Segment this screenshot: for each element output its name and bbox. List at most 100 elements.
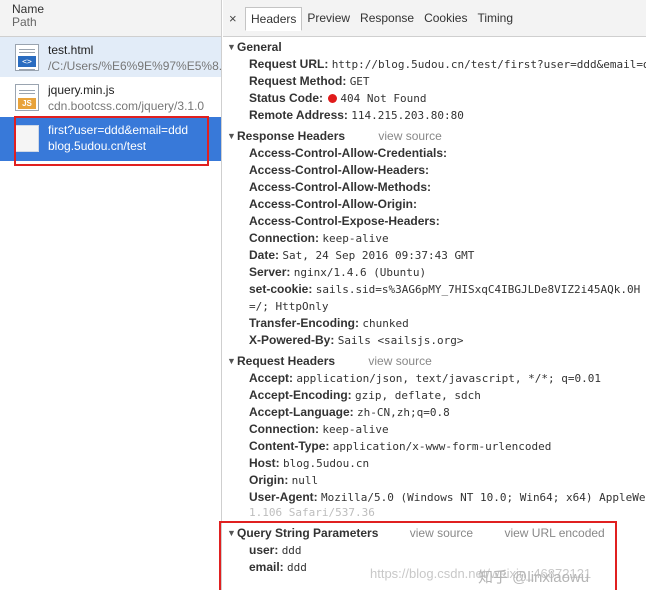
request-detail-pane: × Headers Preview Response Cookies Timin… <box>223 0 646 590</box>
header-key: Remote Address: <box>249 108 348 122</box>
request-item-jquery[interactable]: JS jquery.min.js cdn.bootcss.com/jquery/… <box>0 77 221 117</box>
header-key: Server: <box>249 265 291 279</box>
header-key: Access-Control-Allow-Headers: <box>249 163 430 177</box>
header-value: Sails <sailsjs.org> <box>337 334 464 347</box>
header-row: User-Agent: Mozilla/5.0 (Windows NT 10.0… <box>223 489 646 506</box>
header-key: Host: <box>249 456 280 470</box>
header-key: Connection: <box>249 422 319 436</box>
js-file-icon: JS <box>15 84 39 111</box>
status-code-row: Status Code: 404 Not Found <box>223 90 646 107</box>
header-key: Origin: <box>249 473 289 487</box>
header-row: Host: blog.5udou.cn <box>223 455 646 472</box>
header-value: sails.sid=s%3AG6pMY_7HISxqC4IBGJLDe8VIZ2… <box>315 283 641 296</box>
section-title: Response Headers <box>237 129 346 143</box>
tab-cookies[interactable]: Cookies <box>419 7 472 29</box>
list-header: Name Path <box>0 0 221 37</box>
header-row: Server: nginx/1.4.6 (Ubuntu) <box>223 264 646 281</box>
header-value: GET <box>349 75 370 88</box>
header-row: Access-Control-Allow-Origin: <box>223 196 646 213</box>
header-value: http://blog.5udou.cn/test/first?user=ddd… <box>331 58 646 71</box>
header-row: Transfer-Encoding: chunked <box>223 315 646 332</box>
header-key: Connection: <box>249 231 319 245</box>
general-section-header[interactable]: ▼ General <box>223 38 646 56</box>
request-path: cdn.bootcss.com/jquery/3.1.0 <box>48 99 205 113</box>
header-value: Sat, 24 Sep 2016 09:37:43 GMT <box>282 249 475 262</box>
remote-address-row: Remote Address: 114.215.203.80:80 <box>223 107 646 124</box>
header-row: Content-Type: application/x-www-form-url… <box>223 438 646 455</box>
general-section: ▼ General Request URL: http://blog.5udou… <box>223 38 646 124</box>
header-key: Access-Control-Allow-Methods: <box>249 180 432 194</box>
view-source-link[interactable]: view source <box>378 129 441 143</box>
header-value: chunked <box>362 317 409 330</box>
header-key: Request URL: <box>249 57 329 71</box>
header-row: Access-Control-Allow-Headers: <box>223 162 646 179</box>
header-key: Content-Type: <box>249 439 330 453</box>
header-row: X-Powered-By: Sails <sailsjs.org> <box>223 332 646 349</box>
header-row: Date: Sat, 24 Sep 2016 09:37:43 GMT <box>223 247 646 264</box>
header-value: 404 Not Found <box>340 92 427 105</box>
tab-response[interactable]: Response <box>355 7 419 29</box>
request-name: jquery.min.js <box>48 83 115 97</box>
header-value: application/json, text/javascript, */*; … <box>296 372 601 385</box>
view-source-link[interactable]: view source <box>368 354 431 368</box>
expanded-triangle-icon: ▼ <box>227 42 236 52</box>
tab-headers[interactable]: Headers <box>245 7 303 31</box>
header-row: Accept-Language: zh-CN,zh;q=0.8 <box>223 404 646 421</box>
request-method-row: Request Method: GET <box>223 73 646 90</box>
header-key: Access-Control-Allow-Credentials: <box>249 146 448 160</box>
header-row: Access-Control-Allow-Methods: <box>223 179 646 196</box>
tab-timing[interactable]: Timing <box>472 7 518 29</box>
header-value: Mozilla/5.0 (Windows NT 10.0; Win64; x64… <box>321 491 646 504</box>
header-value: 1.106 Safari/537.36 <box>249 506 375 519</box>
header-key: Accept: <box>249 371 294 385</box>
header-key: X-Powered-By: <box>249 333 335 347</box>
header-key: User-Agent: <box>249 490 318 504</box>
header-value: gzip, deflate, sdch <box>355 389 481 402</box>
header-value: keep-alive <box>322 423 389 436</box>
header-row: Accept: application/json, text/javascrip… <box>223 370 646 387</box>
tab-preview[interactable]: Preview <box>302 7 355 29</box>
header-row: Access-Control-Allow-Credentials: <box>223 145 646 162</box>
header-value: zh-CN,zh;q=0.8 <box>357 406 450 419</box>
request-path: /C:/Users/%E6%9E%97%E5%8... <box>48 59 221 73</box>
set-cookie-continuation: =/; HttpOnly <box>223 298 646 315</box>
header-key: Access-Control-Expose-Headers: <box>249 214 440 228</box>
header-value: nginx/1.4.6 (Ubuntu) <box>293 266 427 279</box>
header-key: set-cookie: <box>249 282 313 296</box>
name-column-header[interactable]: Name <box>12 3 221 16</box>
header-value: 114.215.203.80:80 <box>351 109 464 122</box>
close-icon[interactable]: × <box>229 11 245 26</box>
header-row: Connection: keep-alive <box>223 230 646 247</box>
request-name: test.html <box>48 43 94 57</box>
path-column-header[interactable]: Path <box>12 16 221 29</box>
header-row: Accept-Encoding: gzip, deflate, sdch <box>223 387 646 404</box>
header-key: Access-Control-Allow-Origin: <box>249 197 418 211</box>
zhihu-watermark: 知乎 @linxiaowu <box>478 569 590 586</box>
response-headers-header[interactable]: ▼ Response Headers view source <box>223 127 646 145</box>
request-url-row: Request URL: http://blog.5udou.cn/test/f… <box>223 56 646 73</box>
header-value: blog.5udou.cn <box>283 457 370 470</box>
expanded-triangle-icon: ▼ <box>227 131 236 141</box>
request-item-test-html[interactable]: <> test.html /C:/Users/%E6%9E%97%E5%8... <box>0 37 221 77</box>
response-headers-section: ▼ Response Headers view source Access-Co… <box>223 127 646 349</box>
header-row: Access-Control-Expose-Headers: <box>223 213 646 230</box>
header-key: Accept-Encoding: <box>249 388 352 402</box>
header-value: keep-alive <box>322 232 389 245</box>
header-key: Date: <box>249 248 280 262</box>
user-agent-continuation: 1.106 Safari/537.36 <box>223 506 646 519</box>
request-list: Name Path <> test.html /C:/Users/%E6%9E%… <box>0 0 222 590</box>
header-key: Transfer-Encoding: <box>249 316 360 330</box>
request-headers-header[interactable]: ▼ Request Headers view source <box>223 352 646 370</box>
request-headers-section: ▼ Request Headers view source Accept: ap… <box>223 352 646 518</box>
header-row: set-cookie: sails.sid=s%3AG6pMY_7HISxqC4… <box>223 281 646 298</box>
header-key: Request Method: <box>249 74 347 88</box>
header-row: Connection: keep-alive <box>223 421 646 438</box>
header-value: =/; HttpOnly <box>249 300 329 313</box>
header-value: application/x-www-form-urlencoded <box>332 440 552 453</box>
expanded-triangle-icon: ▼ <box>227 356 236 366</box>
section-title: Request Headers <box>237 354 336 368</box>
detail-tabbar: × Headers Preview Response Cookies Timin… <box>223 0 646 37</box>
header-key: Status Code: <box>249 91 324 105</box>
header-key: Accept-Language: <box>249 405 354 419</box>
html-file-icon: <> <box>15 44 39 71</box>
